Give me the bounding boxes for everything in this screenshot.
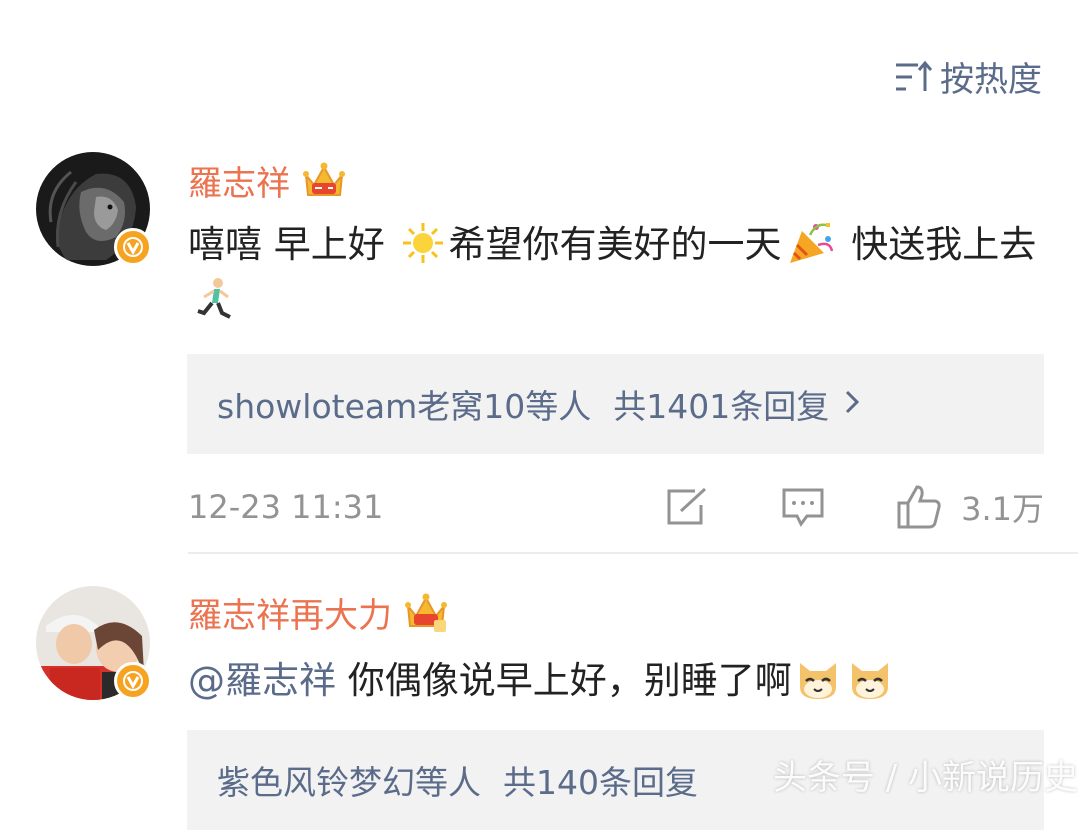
sort-by-heat-button[interactable]: 按热度 — [894, 52, 1042, 101]
comment-text: 嘻嘻 早上好 希望你有美好的一天 快送我上去 — [188, 216, 1048, 332]
divider — [188, 552, 1078, 554]
edit-icon — [667, 487, 707, 525]
running-person-emoji-icon — [192, 277, 236, 323]
avatar[interactable] — [36, 152, 152, 266]
repost-button[interactable] — [665, 487, 709, 527]
avatar[interactable] — [36, 586, 152, 700]
comment-text-part: 嘻嘻 早上好 — [188, 223, 397, 266]
replies-count: 共140条回复 — [503, 763, 698, 802]
like-button[interactable]: 3.1万 — [895, 483, 1044, 531]
mention-link[interactable]: @羅志祥 — [188, 659, 336, 702]
verified-badge-icon — [114, 228, 152, 266]
cat-face-emoji-icon — [848, 657, 892, 701]
cat-face-emoji-icon — [796, 657, 840, 701]
sort-icon — [894, 60, 932, 94]
watermark: 头条号 / 小新说历史 — [772, 758, 1078, 798]
like-count: 3.1万 — [961, 490, 1044, 528]
comment-text: @羅志祥 你偶像说早上好，别睡了啊 — [188, 652, 1048, 710]
username[interactable]: 羅志祥 — [188, 156, 290, 205]
party-popper-emoji-icon — [786, 219, 836, 265]
comment-time: 12-23 11:31 — [188, 488, 384, 526]
thumbs-up-icon — [897, 485, 941, 529]
comment-text-part: 希望你有美好的一天 — [448, 223, 782, 266]
crown-vip-icon — [404, 592, 448, 634]
replies-users: showloteam老窝10等人 — [217, 387, 592, 426]
comment-icon — [782, 488, 824, 527]
replies-count: 共1401条回复 — [613, 387, 830, 426]
chevron-right-icon — [845, 387, 860, 422]
sort-label: 按热度 — [940, 60, 1042, 100]
crown-vip-icon — [302, 161, 346, 201]
comment-button[interactable] — [781, 487, 825, 527]
comment-text-part: 快送我上去 — [839, 223, 1037, 266]
verified-badge-icon — [114, 662, 152, 700]
replies-preview-link[interactable]: showloteam老窝10等人 共1401条回复 — [187, 354, 1044, 454]
replies-users: 紫色风铃梦幻等人 — [217, 763, 481, 802]
username[interactable]: 羅志祥再大力 — [188, 588, 392, 637]
comment-text-part: 你偶像说早上好，别睡了啊 — [336, 659, 792, 702]
sun-emoji-icon — [401, 221, 445, 265]
